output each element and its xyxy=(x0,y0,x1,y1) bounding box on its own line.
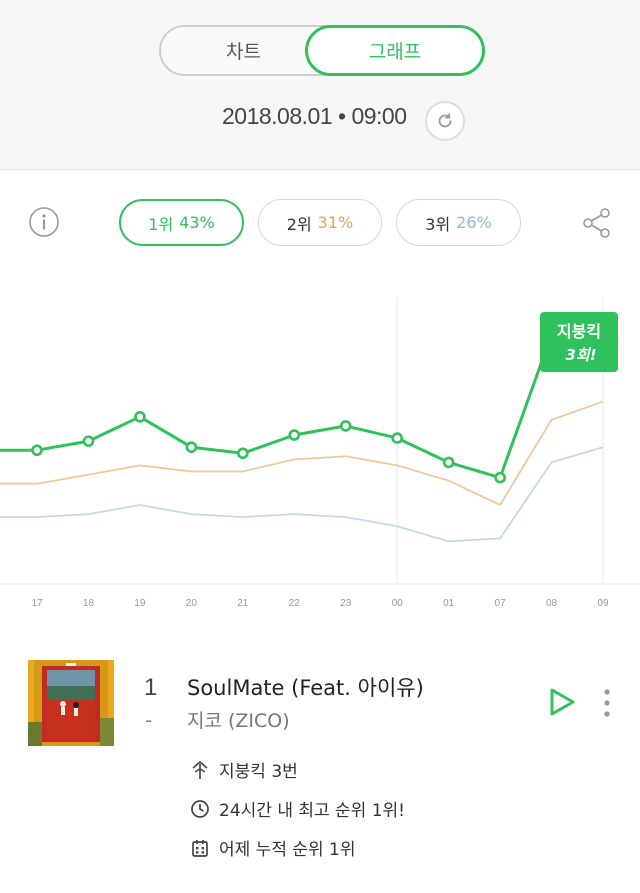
x-tick-label: 08 xyxy=(546,598,558,609)
calendar-icon xyxy=(189,837,211,859)
x-tick-label: 17 xyxy=(31,598,43,609)
legend-rank1-label: 1위 xyxy=(148,214,174,234)
series-line-3 xyxy=(0,446,604,543)
x-tick-label: 19 xyxy=(134,598,146,609)
stat-cumulative-rank: 어제 누적 순위 1위 xyxy=(189,835,356,860)
clock-icon xyxy=(189,798,211,820)
tab-chart[interactable]: 차트 xyxy=(161,25,326,76)
legend-rank2-pct: 31% xyxy=(317,213,354,232)
legend-rank2[interactable]: 2위 31% xyxy=(258,199,382,246)
info-icon[interactable] xyxy=(28,206,60,238)
badge-line-1: 지붕킥 xyxy=(557,322,601,341)
series-1-point xyxy=(339,420,352,432)
album-cover[interactable] xyxy=(28,660,114,746)
legend-rank1[interactable]: 1위 43% xyxy=(119,199,244,246)
song-title[interactable]: SoulMate (Feat. 아이유) xyxy=(187,672,424,702)
legend-rank1-pct: 43% xyxy=(179,213,215,232)
series-1-point xyxy=(185,441,198,453)
top-panel: 차트 그래프 2018.08.01 • 09:00 xyxy=(0,0,640,170)
play-button[interactable] xyxy=(547,686,577,718)
x-tick-label: 22 xyxy=(289,598,301,609)
x-tick-label: 01 xyxy=(443,598,455,609)
x-tick-label: 18 xyxy=(83,598,95,609)
x-tick-label: 23 xyxy=(340,598,352,609)
series-1-point xyxy=(442,456,455,469)
series-line-2 xyxy=(0,400,604,506)
stat-roof-kick-text: 지붕킥 3번 xyxy=(219,762,298,782)
series-1-point xyxy=(288,429,301,441)
artist-name[interactable]: 지코 (ZICO) xyxy=(187,706,290,733)
tab-graph[interactable]: 그래프 xyxy=(305,25,485,76)
stat-best-rank: 24시간 내 최고 순위 1위! xyxy=(189,796,405,821)
series-1-point xyxy=(494,471,506,484)
legend-rank3-label: 3위 xyxy=(425,214,451,234)
x-tick-label: 07 xyxy=(495,598,507,609)
more-options-icon[interactable] xyxy=(600,688,614,718)
x-tick-label: 09 xyxy=(597,598,609,609)
rank-number: 1 xyxy=(144,674,158,701)
share-icon[interactable] xyxy=(580,207,614,239)
timestamp: 2018.08.01 • 09:00 xyxy=(222,103,407,129)
roof-kick-icon xyxy=(189,759,211,781)
x-tick-label: 00 xyxy=(392,598,404,609)
x-tick-label: 20 xyxy=(186,598,198,609)
series-1-point xyxy=(31,444,43,457)
refresh-icon xyxy=(438,113,452,128)
refresh-button[interactable] xyxy=(425,101,465,141)
rank-change: - xyxy=(145,708,153,732)
stat-best-rank-text: 24시간 내 최고 순위 1위! xyxy=(219,801,405,821)
stat-cumulative-rank-text: 어제 누적 순위 1위 xyxy=(219,840,356,860)
legend-rank2-label: 2위 xyxy=(286,214,312,234)
legend-rank3-pct: 26% xyxy=(456,213,492,232)
series-1-point xyxy=(134,411,146,423)
series-line-1 xyxy=(0,333,603,480)
series-1-point xyxy=(391,432,403,444)
stat-roof-kick: 지붕킥 3번 xyxy=(189,757,298,782)
legend-rank3[interactable]: 3위 26% xyxy=(396,199,521,246)
song-item[interactable]: 1 - SoulMate (Feat. 아이유) 지코 (ZICO) 지붕킥 3… xyxy=(0,640,640,893)
x-tick-label: 21 xyxy=(237,598,249,609)
series-1-point xyxy=(237,447,249,460)
rank-graph: 17 18 19 20 21 22 23 00 01 07 08 09 지붕킥 3회! xyxy=(0,298,640,609)
series-1-point xyxy=(82,435,95,447)
badge-line-2: 3회! xyxy=(565,346,596,364)
view-toggle: 차트 그래프 xyxy=(159,25,485,76)
